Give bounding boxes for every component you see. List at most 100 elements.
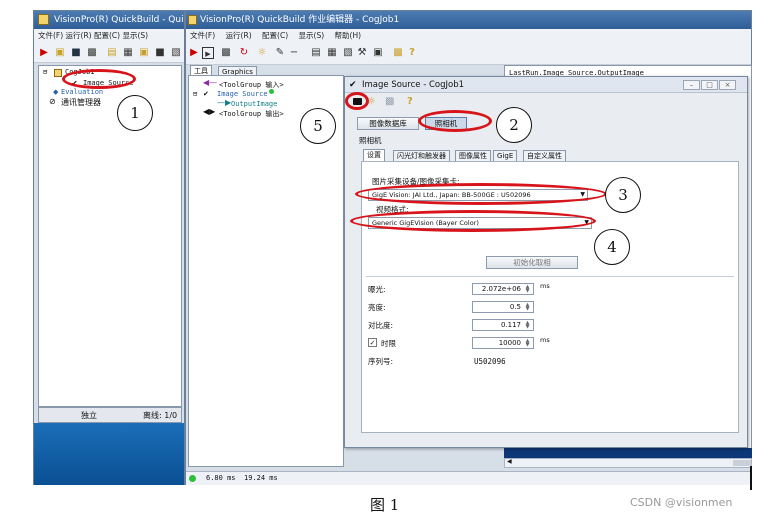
- save-icon[interactable]: ■: [70, 47, 82, 59]
- table-icon[interactable]: ▦: [326, 47, 338, 59]
- timeout-value: 10000: [498, 339, 521, 347]
- comm-manager-icon: ⊘: [49, 97, 56, 106]
- open-job-icon[interactable]: ▣: [138, 47, 150, 59]
- help-icon[interactable]: ?: [407, 96, 413, 107]
- job-icon[interactable]: ▤: [106, 47, 118, 59]
- contrast-value: 0.117: [500, 321, 521, 329]
- spin-arrows-icon[interactable]: ▲ ▼: [523, 303, 532, 312]
- tree-item-evaluation[interactable]: Evaluation: [61, 88, 103, 96]
- brightness-label: 亮度:: [368, 303, 386, 312]
- menu-config[interactable]: 配置(C): [262, 31, 288, 40]
- tree-item-toolgroup-output[interactable]: <ToolGroup 输出>: [219, 109, 284, 119]
- settings-icon[interactable]: ▣: [372, 47, 384, 59]
- initialize-acquisition-button[interactable]: 初始化取相: [486, 256, 578, 269]
- status-time-1: 6.80 ms: [206, 474, 236, 482]
- tree-item-image-source[interactable]: Image Source: [217, 90, 268, 98]
- scroll-thumb[interactable]: [733, 460, 751, 466]
- brightness-value: 0.5: [509, 303, 521, 311]
- callout-5: 5: [300, 108, 336, 144]
- input-arrow-icon: ◀—: [203, 78, 218, 87]
- output-group-icon: ◀▶: [203, 107, 216, 116]
- job-editor-title: VisionPro(R) QuickBuild 作业编辑器 - CogJob1: [200, 15, 400, 25]
- timeout-checkbox[interactable]: ✓: [368, 338, 377, 347]
- disabled-tool-icon: ▩: [385, 96, 395, 107]
- grid-icon[interactable]: ▧: [342, 47, 354, 59]
- highlight-format-combo: [350, 210, 596, 232]
- menu-help[interactable]: 帮助(H): [335, 31, 362, 40]
- tab-custom-properties[interactable]: 自定义属性: [523, 150, 566, 161]
- continuous-run-icon[interactable]: ▶: [202, 47, 214, 59]
- status-offline: 离线: 1/0: [143, 411, 178, 420]
- spin-arrows-icon[interactable]: ▲ ▼: [523, 339, 532, 348]
- exposure-unit: ms: [540, 282, 550, 290]
- callout-3: 3: [605, 177, 641, 213]
- close-button[interactable]: ×: [719, 80, 736, 90]
- exposure-input[interactable]: 2.072e+06 ▲ ▼: [472, 283, 534, 295]
- open-folder-icon[interactable]: ▣: [54, 47, 66, 59]
- spin-arrows-icon[interactable]: ▲ ▼: [523, 321, 532, 330]
- image-source-icon: ✔: [349, 80, 357, 90]
- tab-gige[interactable]: GigE: [493, 150, 518, 161]
- dialog-titlebar: ✔ Image Source - CogJob1 – □ ×: [345, 77, 747, 93]
- quickbuild-title: VisionPro(R) QuickBuild - QuickBuild: [54, 15, 184, 25]
- status-dot-icon: [269, 89, 274, 94]
- script-icon[interactable]: ▤: [310, 47, 322, 59]
- tab-image-properties[interactable]: 图像属性: [455, 150, 491, 161]
- tree-item-toolgroup-input[interactable]: <ToolGroup 输入>: [219, 80, 284, 90]
- job-editor-toolbar: ▶ ▶ ▩ ↻ ☼ ✎ − ▤ ▦ ▧ ⚒ ▣ ▩ ?: [186, 43, 751, 65]
- tree-expander[interactable]: ⊟: [193, 90, 197, 98]
- horizontal-scrollbar[interactable]: ◀: [504, 458, 752, 468]
- save-job-icon[interactable]: ■: [154, 47, 166, 59]
- menu-file[interactable]: 文件(F): [190, 31, 215, 40]
- quickbuild-toolbar: ▶ ▣ ■ ▩ ▤ ▦ ▣ ■ ▧: [34, 43, 184, 63]
- tree-item-output-image[interactable]: OutputImage: [231, 100, 277, 108]
- tools-icon[interactable]: ▩: [220, 47, 232, 59]
- wrench-icon[interactable]: ⚒: [356, 47, 368, 59]
- timeout-input[interactable]: 10000 ▲ ▼: [472, 337, 534, 349]
- brightness-input[interactable]: 0.5 ▲ ▼: [472, 301, 534, 313]
- run-icon[interactable]: ▶: [38, 47, 50, 59]
- add-job-icon[interactable]: ▦: [122, 47, 134, 59]
- job-editor-statusbar: 6.80 ms 19.24 ms: [186, 471, 751, 485]
- highlight-run-button: [345, 92, 369, 110]
- chart-icon[interactable]: ▩: [392, 47, 404, 59]
- highlight-image-source-tree: [62, 69, 136, 89]
- tree-item-comm-manager[interactable]: 通讯管理器: [61, 97, 101, 108]
- run-icon[interactable]: ▶: [188, 47, 200, 59]
- menu-run[interactable]: 运行(R): [226, 31, 252, 40]
- image-source-icon: ✔: [203, 90, 209, 98]
- quickbuild-menubar[interactable]: 文件(F) 运行(R) 配置(C) 显示(S): [34, 29, 184, 43]
- status-ok-icon: [189, 475, 196, 482]
- app-icon: [38, 14, 49, 25]
- text-cursor: [750, 466, 752, 490]
- minimize-button[interactable]: –: [683, 80, 700, 90]
- serial-number-value: U502096: [474, 357, 506, 366]
- callout-4: 4: [594, 229, 630, 265]
- edit-icon[interactable]: ✎: [274, 47, 286, 59]
- link-icon[interactable]: −: [288, 47, 300, 59]
- spin-arrows-icon[interactable]: ▲ ▼: [523, 285, 532, 294]
- serial-number-label: 序列号:: [368, 357, 394, 366]
- status-mode: 独立: [81, 411, 97, 420]
- contrast-input[interactable]: 0.117 ▲ ▼: [472, 319, 534, 331]
- image-database-button[interactable]: 图像数据库: [357, 117, 419, 130]
- reset-icon[interactable]: ↻: [238, 47, 250, 59]
- job-tree: ⊟ CogJob1 ✔ Image Source ◆ Evaluation ⊘ …: [38, 65, 182, 407]
- tab-settings[interactable]: 设置: [363, 149, 385, 161]
- help-icon[interactable]: ?: [406, 47, 418, 59]
- figure-caption: 图 1: [370, 496, 400, 514]
- tab-strobe-trigger[interactable]: 闪光灯和触发器: [393, 150, 450, 161]
- lightbulb-icon[interactable]: ☼: [256, 47, 268, 59]
- tree-expander[interactable]: ⊟: [43, 68, 47, 76]
- separator: [366, 276, 734, 277]
- image-display-bottom: [504, 448, 752, 458]
- quickbuild-titlebar: VisionPro(R) QuickBuild - QuickBuild: [34, 11, 184, 29]
- timeout-label: 时限: [381, 339, 396, 348]
- camera-group-label: 照相机: [359, 136, 382, 145]
- job-editor-menubar: 文件(F) 运行(R) 配置(C) 显示(S) 帮助(H): [186, 29, 751, 43]
- config-icon[interactable]: ▧: [170, 47, 182, 59]
- scroll-left-icon[interactable]: ◀: [507, 458, 512, 465]
- tool-icon[interactable]: ▩: [86, 47, 98, 59]
- menu-display[interactable]: 显示(S): [299, 31, 325, 40]
- maximize-button[interactable]: □: [701, 80, 718, 90]
